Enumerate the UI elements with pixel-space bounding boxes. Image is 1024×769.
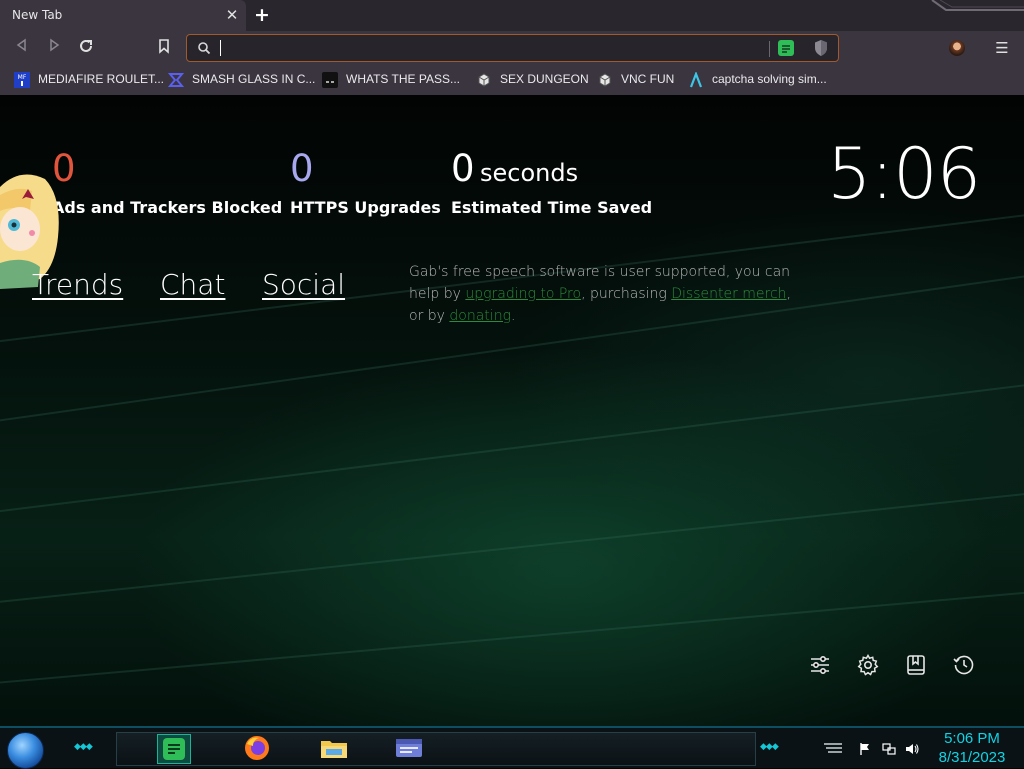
reload-button[interactable] xyxy=(76,38,96,58)
page-clock: 5:06 xyxy=(827,133,981,215)
lambda-icon xyxy=(689,72,703,88)
sketch-icon xyxy=(478,73,490,87)
text-caret xyxy=(220,40,221,56)
taskbar-stack-icon xyxy=(824,743,842,753)
gab-support-message: Gab's free speech software is user suppo… xyxy=(409,261,809,327)
profile-avatar[interactable] xyxy=(949,40,965,56)
background-stripe xyxy=(0,485,1024,607)
upgrade-pro-link[interactable]: upgrading to Pro xyxy=(465,286,581,302)
bookmark-label: VNC FUN xyxy=(621,72,675,86)
network-icon[interactable] xyxy=(882,742,896,756)
file-explorer-app-button[interactable] xyxy=(318,734,352,764)
sketch-icon xyxy=(599,73,611,87)
history-icon[interactable] xyxy=(952,653,976,677)
bookmark-icon xyxy=(159,39,169,54)
start-button[interactable] xyxy=(7,732,44,769)
bookmark-label: SMASH GLASS IN C... xyxy=(192,72,316,86)
message-text: , purchasing xyxy=(581,286,672,302)
terminal-icon xyxy=(322,72,338,88)
volume-icon[interactable] xyxy=(905,742,919,756)
trends-link[interactable]: Trends xyxy=(32,268,123,301)
taskbar-time[interactable]: 5:06 PM xyxy=(930,730,1014,747)
firefox-app-button[interactable] xyxy=(241,734,275,764)
search-icon xyxy=(198,42,211,55)
omnibox-divider xyxy=(769,41,770,57)
settings-icon[interactable] xyxy=(856,653,880,677)
main-menu-button[interactable]: ☰ xyxy=(994,38,1010,58)
bookmarks-bar: MF MEDIAFIRE ROULET... SMASH GLASS IN C.… xyxy=(0,64,1024,95)
time-saved-unit: seconds xyxy=(480,159,579,187)
https-upgrades-label: HTTPS Upgrades xyxy=(290,198,441,217)
forward-button[interactable] xyxy=(44,38,64,58)
chat-link[interactable]: Chat xyxy=(160,268,225,301)
new-tab-page: 0 Ads and Trackers Blocked 0 HTTPS Upgra… xyxy=(0,95,1024,726)
forward-icon xyxy=(50,38,60,52)
reload-icon xyxy=(80,39,92,52)
tab-title: New Tab xyxy=(12,8,63,22)
taskbar-decoration: ◆◆◆ xyxy=(760,742,779,752)
taskbar-app-area xyxy=(116,732,756,766)
svg-text:MF: MF xyxy=(18,74,27,81)
bookmark-label: MEDIAFIRE ROULET... xyxy=(38,72,165,86)
address-input[interactable] xyxy=(220,38,750,58)
address-bar[interactable] xyxy=(186,34,839,62)
window-corner-decoration xyxy=(931,0,1024,11)
dissenter-extension-icon[interactable] xyxy=(778,40,794,56)
window-app-button[interactable] xyxy=(393,734,427,764)
taskbar-date[interactable]: 8/31/2023 xyxy=(930,749,1014,766)
bookmarks-icon[interactable] xyxy=(904,653,928,677)
new-tab-button[interactable]: + xyxy=(251,4,273,26)
dissenter-app-button[interactable] xyxy=(157,734,191,764)
mediafire-icon: MF xyxy=(14,72,30,88)
https-upgrades-count: 0 xyxy=(290,147,314,190)
window-app-icon xyxy=(396,739,422,757)
tab-new-tab[interactable]: New Tab ✕ xyxy=(0,0,246,31)
back-icon xyxy=(16,38,26,52)
back-button[interactable] xyxy=(12,38,32,58)
time-saved-count: 0 xyxy=(451,147,475,190)
tab-strip: New Tab ✕ + xyxy=(0,0,1024,31)
taskbar: ◆◆◆ ◆◆◆ 5:06 PM 8/31/2023 xyxy=(0,726,1024,769)
dissenter-merch-link[interactable]: Dissenter merch xyxy=(671,286,786,302)
message-text: . xyxy=(510,308,516,324)
customize-icon[interactable] xyxy=(808,653,832,677)
firefox-icon xyxy=(245,736,269,760)
donating-link[interactable]: donating xyxy=(449,308,511,324)
dissenter-app-icon xyxy=(163,738,185,760)
social-link[interactable]: Social xyxy=(262,268,345,301)
file-explorer-icon xyxy=(321,741,347,758)
shield-icon[interactable] xyxy=(813,39,829,57)
bookmark-page-button[interactable] xyxy=(154,38,174,58)
flag-icon[interactable] xyxy=(858,742,872,756)
bookmark-label: captcha solving sim... xyxy=(712,72,827,86)
close-icon[interactable]: ✕ xyxy=(224,6,240,24)
navigation-toolbar: ☰ xyxy=(0,31,1024,64)
taskbar-decoration: ◆◆◆ xyxy=(74,742,93,752)
bookmark-label: SEX DUNGEON xyxy=(500,72,589,86)
time-saved-label: Estimated Time Saved xyxy=(451,198,653,217)
smash-glass-icon xyxy=(168,73,184,87)
bookmark-label: WHATS THE PASS... xyxy=(346,72,461,86)
ads-blocked-label: Ads and Trackers Blocked xyxy=(52,198,283,217)
